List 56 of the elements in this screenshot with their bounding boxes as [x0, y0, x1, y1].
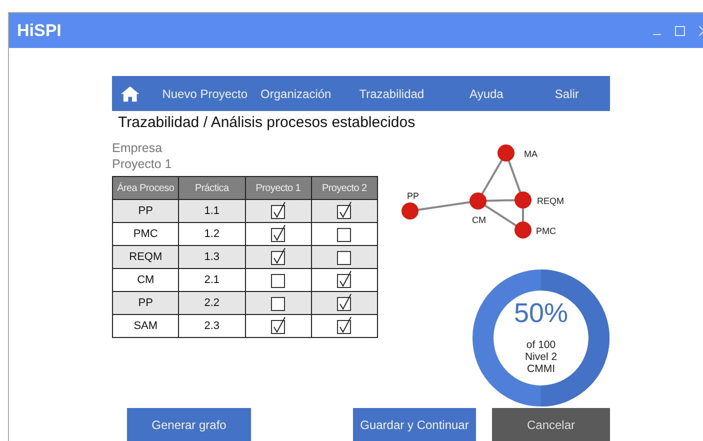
nav-link[interactable]: Organización [258, 86, 334, 100]
nav-link[interactable]: Nuevo Proyecto [152, 86, 258, 100]
table-cell: REQM [112, 246, 179, 268]
company-label: Empresa [112, 140, 164, 156]
table-cell: SAM [112, 314, 179, 338]
node-label: MA [524, 149, 538, 159]
column-header: Área Proceso [112, 176, 179, 200]
column-header: Práctica [178, 176, 245, 200]
table-cell: 2.1 [178, 268, 245, 292]
table-cell: 1.1 [178, 200, 245, 222]
checked-checkbox[interactable] [270, 248, 286, 266]
node-label: CM [472, 215, 486, 225]
node-label: REQM [537, 196, 564, 206]
action-button[interactable]: Generar grafo [127, 408, 251, 441]
action-button[interactable]: Guardar y Continuar [353, 408, 476, 441]
table-cell: 1.3 [178, 246, 245, 268]
checked-checkbox[interactable] [270, 317, 286, 335]
checked-checkbox[interactable] [336, 294, 352, 312]
window-title: HiSPI [17, 20, 62, 40]
gauge-caption: CMMI [527, 363, 555, 375]
checked-checkbox[interactable] [336, 271, 352, 289]
project-label: Proyecto 1 [112, 156, 173, 172]
gauge-caption: of 100 [526, 339, 556, 351]
graph-node [498, 144, 514, 162]
graph-node [514, 222, 532, 238]
table-cell: CM [112, 268, 179, 292]
checked-checkbox[interactable] [270, 225, 286, 243]
checked-checkbox[interactable] [336, 317, 352, 335]
gauge-caption: Nivel 2 [524, 351, 558, 363]
maximize-icon[interactable] [675, 26, 685, 36]
table-cell: 2.3 [178, 314, 245, 338]
percent-value: 50% [514, 297, 568, 329]
home-icon[interactable] [121, 86, 140, 102]
table-cell: 2.2 [178, 292, 245, 314]
page-heading: Trazabilidad / Análisis procesos establecidos [118, 114, 416, 132]
checkbox[interactable] [336, 225, 352, 243]
table-cell: PP [112, 200, 179, 222]
table-cell: PP [112, 292, 179, 314]
graph-node [402, 202, 418, 220]
checkbox[interactable] [336, 248, 352, 266]
table-cell: 1.2 [178, 222, 245, 246]
checked-checkbox[interactable] [336, 202, 352, 220]
node-label: PP [407, 191, 420, 201]
checked-checkbox[interactable] [270, 202, 286, 220]
graph-node [514, 192, 532, 208]
graph-node [470, 192, 486, 210]
nav-link[interactable]: Salir [524, 86, 610, 100]
nav-link[interactable]: Ayuda [449, 86, 524, 100]
table-cell: PMC [112, 222, 179, 246]
node-label: PMC [536, 226, 556, 236]
nav-link[interactable]: Trazabilidad [334, 86, 450, 100]
column-header: Proyecto 2 [311, 176, 378, 200]
checkbox[interactable] [270, 271, 286, 289]
checkbox[interactable] [270, 294, 286, 312]
column-header: Proyecto 1 [245, 176, 312, 200]
action-button[interactable]: Cancelar [492, 408, 610, 441]
